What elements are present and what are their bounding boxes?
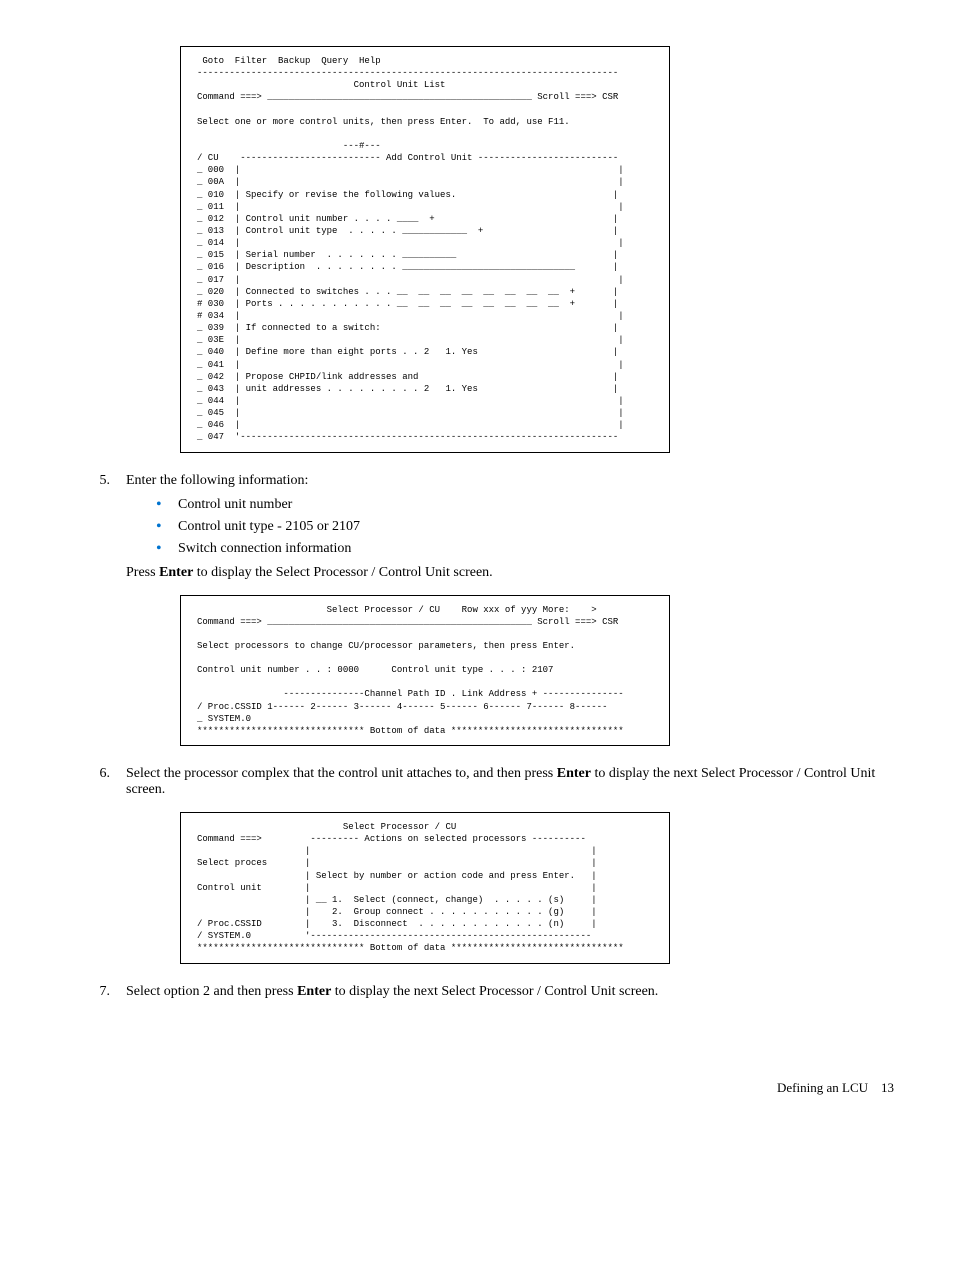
footer-section: Defining an LCU xyxy=(777,1080,868,1095)
step-6: 6. Select the processor complex that the… xyxy=(60,766,894,798)
step-text: Select the processor complex that the co… xyxy=(126,766,894,798)
bullet-cu-type: Control unit type - 2105 or 2107 xyxy=(156,519,894,535)
step-number: 5. xyxy=(60,473,126,581)
step-intro: Enter the following information: xyxy=(126,473,894,489)
terminal-screen-select-processor-2: Select Processor / CU Command ===> -----… xyxy=(180,812,670,964)
step-7: 7. Select option 2 and then press Enter … xyxy=(60,984,894,1000)
footer-page-number: 13 xyxy=(881,1080,894,1095)
step-5: 5. Enter the following information: Cont… xyxy=(60,473,894,581)
terminal-screen-select-processor-1: Select Processor / CU Row xxx of yyy Mor… xyxy=(180,595,670,747)
page-footer: Defining an LCU 13 xyxy=(60,1080,894,1096)
step-number: 6. xyxy=(60,766,126,798)
step-press-enter: Press Enter to display the Select Proces… xyxy=(126,565,894,581)
bullet-cu-number: Control unit number xyxy=(156,497,894,513)
bullet-switch-info: Switch connection information xyxy=(156,541,894,557)
step-number: 7. xyxy=(60,984,126,1000)
step-text: Select option 2 and then press Enter to … xyxy=(126,984,894,1000)
terminal-screen-add-control-unit: Goto Filter Backup Query Help ----------… xyxy=(180,46,670,453)
